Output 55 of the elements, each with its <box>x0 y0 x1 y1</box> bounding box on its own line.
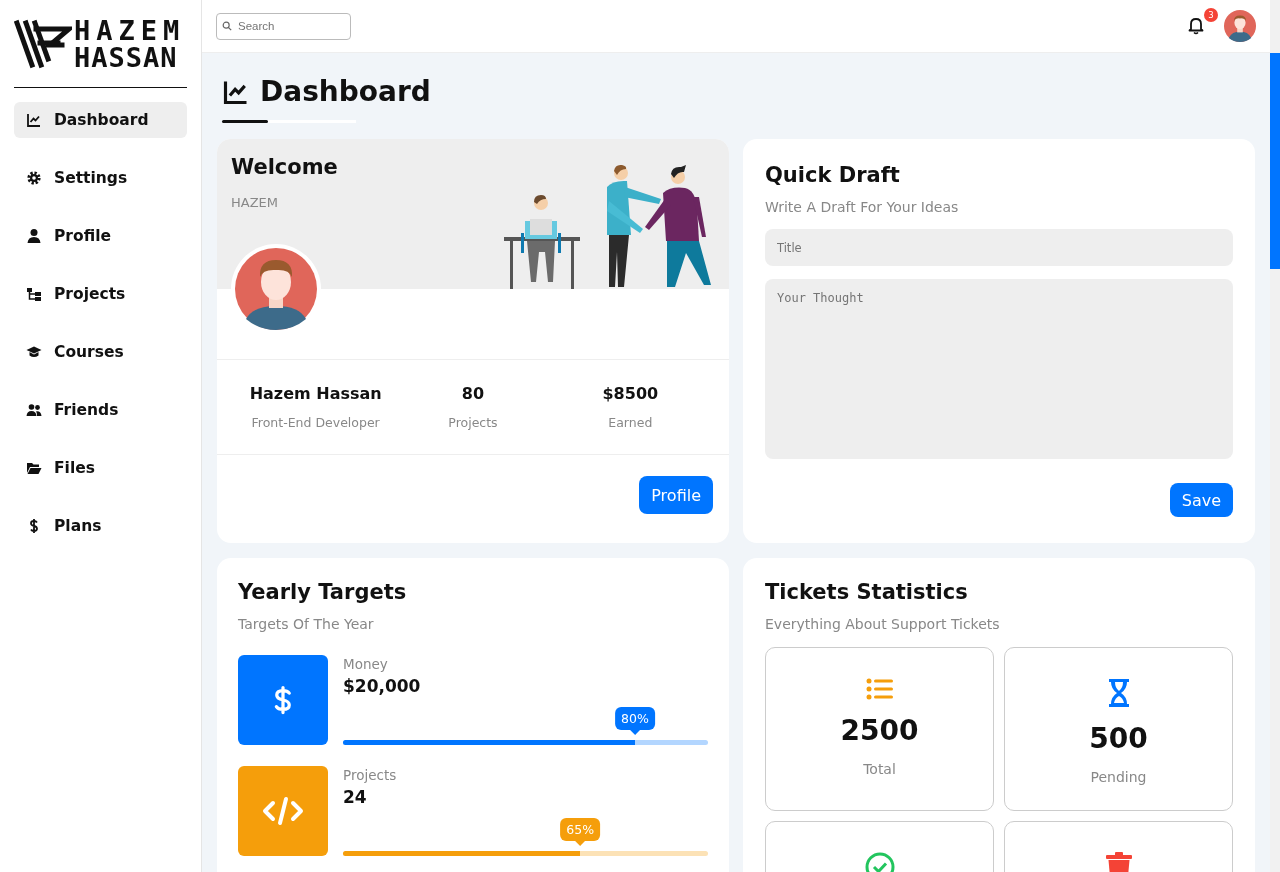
stat-label: Earned <box>608 415 653 430</box>
sidebar-item[interactable]: Settings <box>14 160 187 196</box>
thought-field[interactable]: Your Thought <box>765 279 1233 459</box>
card-title: Tickets Statistics <box>765 580 969 604</box>
notification-count: 3 <box>1204 8 1218 22</box>
ticket-label: Total <box>863 761 896 777</box>
user-name: HAZEM <box>231 195 279 210</box>
card-title: Quick Draft <box>765 163 901 187</box>
sidebar-item[interactable]: Courses <box>14 334 187 370</box>
ticket-count: 500 <box>1089 722 1148 755</box>
user-icon <box>26 228 42 244</box>
sidebar-item[interactable]: Files <box>14 450 187 486</box>
progress-tooltip: 80% <box>615 707 655 730</box>
sidebar-item[interactable]: Projects <box>14 276 187 312</box>
hourglass-icon <box>1107 678 1130 708</box>
scrollbar[interactable] <box>1270 0 1280 872</box>
stat-value: $8500 <box>602 384 659 403</box>
diagram-icon <box>26 286 42 302</box>
stat-value: Hazem Hassan <box>249 384 382 403</box>
users-icon <box>26 402 42 418</box>
avatar[interactable] <box>1224 10 1256 42</box>
save-button[interactable]: Save <box>1169 483 1233 517</box>
ticket-label: Pending <box>1090 769 1147 785</box>
brand-name: HAZEM <box>74 17 186 44</box>
sidebar-item[interactable]: Dashboard <box>14 102 187 138</box>
folder-icon <box>26 460 42 476</box>
sidebar-item[interactable]: Plans <box>14 508 187 544</box>
search-field[interactable]: Search <box>216 12 351 40</box>
list-icon <box>865 678 894 700</box>
stat-label: Projects <box>448 415 498 430</box>
tooltip-pointer-icon <box>630 730 640 735</box>
target-label: Money <box>343 656 389 672</box>
tooltip-pointer-icon <box>575 841 586 846</box>
stat-value: 80 <box>461 384 485 403</box>
target-value: 24 <box>343 787 368 807</box>
brand-name: HASSAN <box>74 44 179 71</box>
card-subtitle: Targets Of The Year <box>238 616 375 632</box>
stat-label: Front-End Developer <box>251 415 380 430</box>
page-title: Dashboard <box>217 75 431 108</box>
settings-icon <box>26 170 42 186</box>
graduation-cap-icon <box>26 344 42 360</box>
sidebar-item[interactable]: Friends <box>14 392 187 428</box>
logo-icon <box>14 19 72 69</box>
card-title: Yearly Targets <box>238 580 408 604</box>
title-field[interactable]: Title <box>765 229 1233 266</box>
target-value: $20,000 <box>343 676 422 696</box>
target-label: Projects <box>343 767 398 783</box>
card-title: Welcome <box>231 155 338 179</box>
card-subtitle: Write A Draft For Your Ideas <box>765 199 960 215</box>
ticket-count: 2500 <box>840 714 919 747</box>
profile-button[interactable]: Profile <box>639 476 713 514</box>
progress-tooltip: 65% <box>560 818 601 841</box>
chart-icon <box>26 112 42 128</box>
sidebar-item[interactable]: Profile <box>14 218 187 254</box>
card-subtitle: Everything About Support Tickets <box>765 616 1001 632</box>
